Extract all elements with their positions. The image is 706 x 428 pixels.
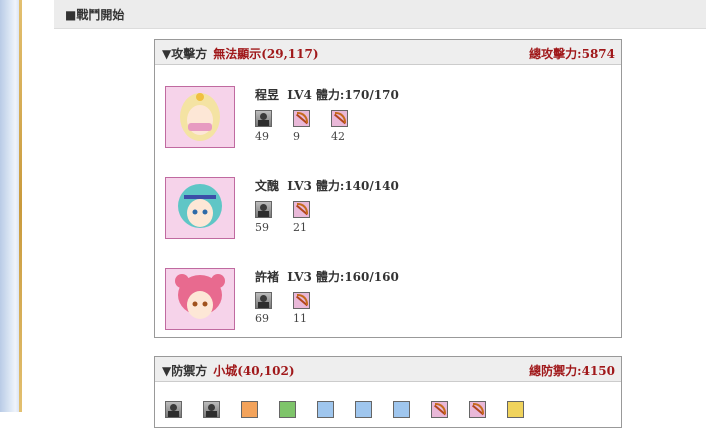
unit-item: 42 bbox=[331, 110, 361, 143]
defense-side-label: ▼防禦方 bbox=[162, 364, 208, 378]
unit-count: 9 bbox=[293, 130, 300, 143]
general-card: 程昱 LV4 體力:170/170 49 9 42 bbox=[165, 86, 605, 150]
defense-total-value: 4150 bbox=[581, 364, 615, 378]
soldier-icon bbox=[165, 401, 182, 418]
page-title: ■戰鬥開始 bbox=[65, 8, 125, 22]
defense-side: ▼防禦方 小城(40,102) bbox=[162, 362, 295, 379]
attack-panel-header: ▼攻擊方 無法顯示(29,117) 總攻擊力:5874 bbox=[155, 40, 621, 65]
general-hp: 170/170 bbox=[344, 88, 399, 102]
bow-icon bbox=[293, 201, 310, 218]
attack-side-label: ▼攻擊方 bbox=[162, 47, 208, 61]
general-name: 文醜 bbox=[255, 179, 280, 193]
general-hp-label: 體力: bbox=[315, 270, 345, 284]
bow-icon bbox=[431, 401, 448, 418]
unit-item: 21 bbox=[293, 201, 323, 234]
general-level: LV3 bbox=[287, 270, 312, 284]
bow-icon bbox=[331, 110, 348, 127]
general-info: 程昱 LV4 體力:170/170 bbox=[255, 86, 403, 103]
spear-icon bbox=[317, 401, 334, 418]
general-hp-label: 體力: bbox=[315, 88, 345, 102]
general-card: 文醜 LV3 體力:140/140 59 21 bbox=[165, 177, 605, 241]
defense-panel: ▼防禦方 小城(40,102) 總防禦力:4150 bbox=[154, 356, 622, 428]
defense-total-label: 總防禦力: bbox=[529, 364, 582, 378]
unit-item: 11 bbox=[293, 292, 323, 325]
gold-border-strip bbox=[19, 0, 22, 412]
bow-icon bbox=[293, 292, 310, 309]
unit-item: 9 bbox=[293, 110, 323, 143]
unit-count: 42 bbox=[331, 130, 345, 143]
soldier-icon bbox=[203, 401, 220, 418]
general-hp-label: 體力: bbox=[315, 179, 345, 193]
orange-unit-icon bbox=[241, 401, 258, 418]
soldier-icon bbox=[255, 110, 272, 127]
general-name: 程昱 bbox=[255, 88, 280, 102]
left-decorative-border bbox=[0, 0, 22, 412]
soldier-icon bbox=[255, 201, 272, 218]
general-portrait bbox=[165, 268, 235, 330]
unit-count: 21 bbox=[293, 221, 307, 234]
unit-count: 69 bbox=[255, 312, 269, 325]
portrait-art bbox=[166, 178, 234, 238]
portrait-art bbox=[166, 87, 234, 147]
attack-total: 總攻擊力:5874 bbox=[529, 45, 615, 62]
general-info: 文醜 LV3 體力:140/140 bbox=[255, 177, 403, 194]
yellow-unit-icon bbox=[507, 401, 524, 418]
unit-item: 69 bbox=[255, 292, 285, 325]
bow-icon bbox=[293, 110, 310, 127]
general-name: 許褚 bbox=[255, 270, 280, 284]
spear-icon bbox=[393, 401, 410, 418]
general-level: LV3 bbox=[287, 179, 312, 193]
unit-count: 49 bbox=[255, 130, 269, 143]
battle-header: ■戰鬥開始 bbox=[54, 0, 706, 29]
unit-item: 49 bbox=[255, 110, 285, 143]
defense-total: 總防禦力:4150 bbox=[529, 362, 615, 379]
attack-location[interactable]: 無法顯示(29,117) bbox=[213, 47, 318, 61]
defense-panel-header: ▼防禦方 小城(40,102) 總防禦力:4150 bbox=[155, 357, 621, 382]
green-unit-icon bbox=[279, 401, 296, 418]
soldier-icon bbox=[255, 292, 272, 309]
general-portrait bbox=[165, 86, 235, 148]
attack-panel: ▼攻擊方 無法顯示(29,117) 總攻擊力:5874 程昱 LV4 體力:170/… bbox=[154, 39, 622, 338]
defense-location[interactable]: 小城(40,102) bbox=[213, 364, 294, 378]
general-hp: 140/140 bbox=[344, 179, 399, 193]
general-info: 許褚 LV3 體力:160/160 bbox=[255, 268, 403, 285]
general-level: LV4 bbox=[287, 88, 312, 102]
general-card: 許褚 LV3 體力:160/160 69 11 bbox=[165, 268, 605, 332]
attack-total-value: 5874 bbox=[581, 47, 615, 61]
unit-count: 11 bbox=[293, 312, 307, 325]
bow-icon bbox=[469, 401, 486, 418]
general-hp: 160/160 bbox=[344, 270, 399, 284]
general-portrait bbox=[165, 177, 235, 239]
attack-side: ▼攻擊方 無法顯示(29,117) bbox=[162, 45, 319, 62]
attack-total-label: 總攻擊力: bbox=[529, 47, 582, 61]
portrait-art bbox=[166, 269, 234, 329]
spear-icon bbox=[355, 401, 372, 418]
unit-count: 59 bbox=[255, 221, 269, 234]
unit-item: 59 bbox=[255, 201, 285, 234]
